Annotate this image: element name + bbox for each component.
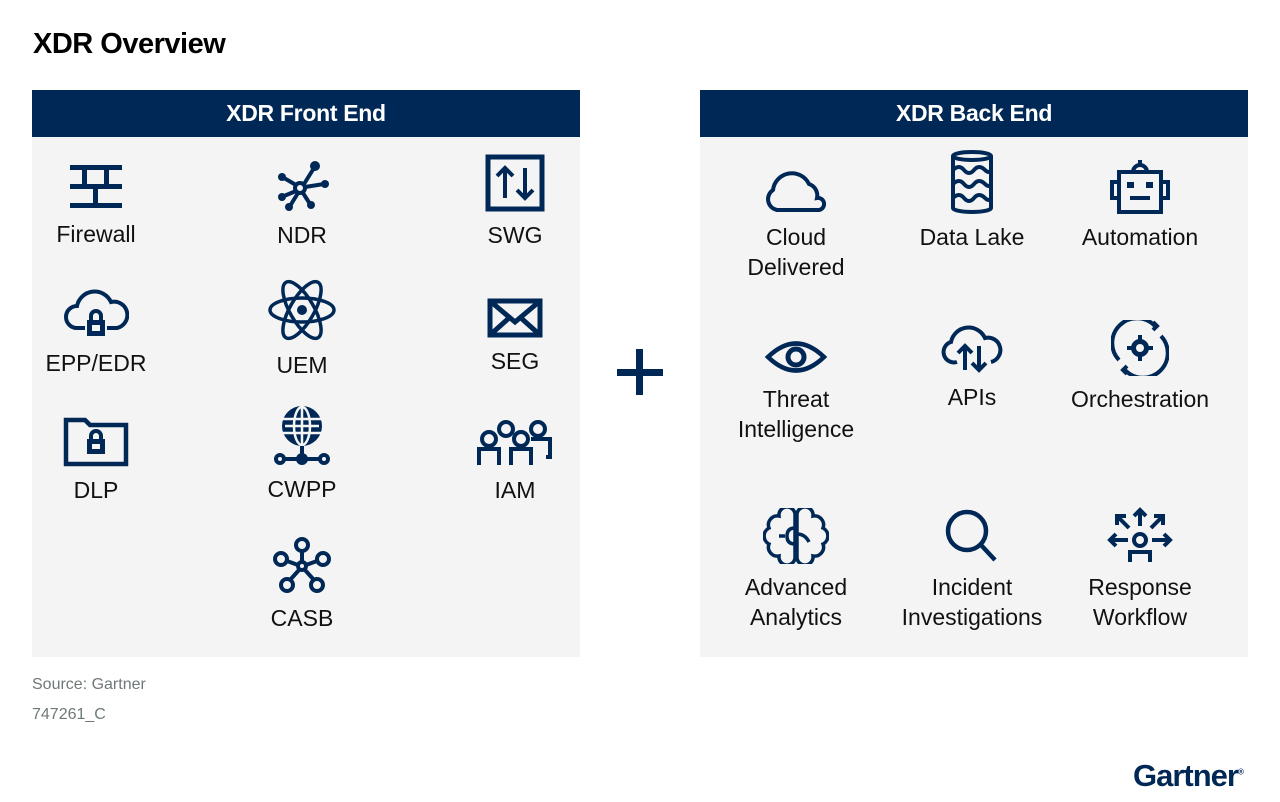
item-label: Orchestration [1070, 386, 1210, 412]
page-title: XDR Overview [33, 28, 226, 60]
item-seg: SEG [425, 298, 605, 376]
item-threat-intelligence: Threat Intelligence [706, 338, 886, 444]
item-label: EPP/EDR [45, 350, 147, 376]
item-label: SEG [490, 348, 540, 374]
firewall-icon [70, 165, 122, 208]
brain-icon [763, 508, 829, 564]
item-ndr: NDR [212, 160, 392, 250]
item-advanced-analytics: Advanced Analytics [706, 508, 886, 632]
front-end-panel: XDR Front End Firewall NDR SWG EPP/EDR U… [32, 90, 580, 657]
item-cwpp: CWPP [212, 404, 392, 504]
data-lake-icon [951, 150, 993, 214]
item-label: Automation [1081, 224, 1199, 250]
item-cloud-delivered: Cloud Delivered [706, 170, 886, 282]
cloud-icon [766, 171, 827, 212]
robot-icon [1110, 160, 1170, 214]
item-iam: IAM [425, 417, 605, 505]
envelope-icon [487, 298, 543, 338]
item-incident-investigations: Incident Investigations [882, 508, 1062, 632]
source-note: Source: Gartner [32, 676, 146, 693]
item-label: SWG [487, 222, 543, 248]
item-apis: APIs [882, 324, 1062, 412]
item-uem: UEM [212, 278, 392, 380]
item-label: CWPP [267, 476, 337, 502]
item-firewall: Firewall [6, 163, 186, 249]
item-label: Advanced Analytics [744, 574, 848, 630]
network-hub-icon [278, 161, 329, 211]
item-label: Firewall [56, 221, 136, 247]
people-group-icon [477, 420, 552, 465]
item-label: APIs [947, 384, 997, 410]
item-label: Data Lake [919, 224, 1025, 250]
item-orchestration: Orchestration [1050, 320, 1230, 414]
item-label: Threat Intelligence [737, 386, 855, 442]
front-end-header: XDR Front End [32, 90, 580, 137]
item-dlp: DLP [6, 417, 186, 505]
folder-lock-icon [63, 417, 129, 467]
upload-download-box-icon [485, 154, 545, 212]
item-label: CASB [270, 605, 334, 631]
item-label: UEM [276, 352, 328, 378]
atom-icon [268, 279, 336, 341]
back-end-header: XDR Back End [700, 90, 1248, 137]
item-label: IAM [494, 477, 536, 503]
item-label: Cloud Delivered [747, 224, 845, 280]
plus-icon [617, 349, 663, 395]
cloud-sync-icon [941, 325, 1003, 373]
item-swg: SWG [425, 154, 605, 250]
cloud-lock-icon [64, 289, 129, 336]
gartner-logo: Gartner® [1133, 758, 1244, 793]
item-automation: Automation [1050, 158, 1230, 252]
item-label: DLP [73, 477, 119, 503]
node-cluster-icon [273, 537, 331, 593]
magnifier-icon [945, 509, 997, 562]
eye-icon [765, 341, 827, 373]
item-casb: CASB [212, 537, 392, 633]
item-label: Response Workflow [1088, 574, 1192, 630]
person-arrows-icon [1107, 507, 1173, 562]
item-response-workflow: Response Workflow [1050, 506, 1230, 632]
item-epp-edr: EPP/EDR [6, 286, 186, 378]
item-label: NDR [277, 222, 327, 248]
globe-network-icon [274, 405, 330, 465]
gear-cycle-icon [1111, 320, 1169, 376]
document-id: 747261_C [32, 706, 106, 723]
item-label: Incident Investigations [901, 574, 1043, 630]
item-data-lake: Data Lake [882, 150, 1062, 252]
back-end-panel: XDR Back End Cloud Delivered Data Lake Au… [700, 90, 1248, 657]
